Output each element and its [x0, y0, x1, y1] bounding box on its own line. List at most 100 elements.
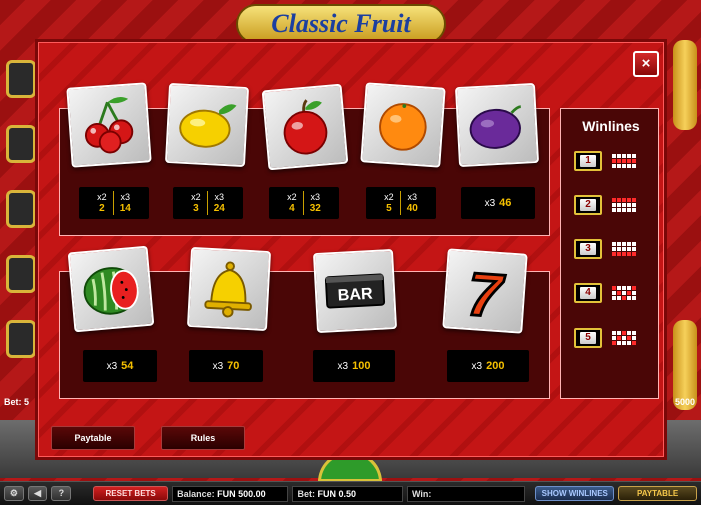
bg-coin-stack [673, 40, 697, 130]
winline-cell [627, 164, 631, 168]
seven-text: 7 [466, 260, 508, 330]
winline-cell [617, 164, 621, 168]
bet-field: Bet: FUN 0.50 [292, 485, 403, 502]
bg-line-button [6, 190, 36, 228]
bg-line-button [6, 255, 36, 293]
winline-cell [622, 208, 626, 212]
reset-bets-button[interactable]: RESET BETS [93, 486, 169, 501]
settings-icon[interactable]: ⚙ [4, 486, 24, 501]
winline-row: 3 [574, 239, 636, 259]
winline-cell-active [622, 252, 626, 256]
paytable-button[interactable]: Paytable [51, 426, 135, 450]
winline-cell [617, 242, 621, 246]
winline-number-badge: 4 [574, 283, 602, 303]
cherries-icon [66, 82, 152, 168]
winline-cell [617, 247, 621, 251]
winline-number-badge: 3 [574, 239, 602, 259]
balance-label: Balance: [177, 488, 215, 499]
payout-box: x3 100 [313, 350, 395, 382]
bg-line-button [6, 320, 36, 358]
bar-text: BAR [337, 285, 373, 305]
winline-cell [627, 286, 631, 290]
winline-cell-active [617, 198, 621, 202]
balance-field: Balance: FUN 500.00 [172, 485, 289, 502]
rules-button[interactable]: Rules [161, 426, 245, 450]
payout-value: 2 [99, 203, 105, 214]
winline-cell-active [612, 159, 616, 163]
payout-mult: x3 [120, 192, 130, 202]
winline-cell [622, 242, 626, 246]
payout-box: x2 2 x3 14 [79, 187, 149, 219]
payout-value: 46 [499, 197, 512, 209]
winline-cell [632, 208, 636, 212]
winline-cell [632, 291, 636, 295]
payout-value: 3 [193, 203, 199, 214]
winline-cell-active [632, 252, 636, 256]
winline-cell [617, 286, 621, 290]
bar-icon: BAR [312, 248, 398, 334]
payout-mult: x3 [214, 192, 224, 202]
winline-cell [622, 247, 626, 251]
winline-number: 3 [580, 243, 596, 255]
payout-mult: x2 [384, 192, 394, 202]
paytable-status-button[interactable]: PAYTABLE [618, 486, 698, 501]
winline-cell [622, 203, 626, 207]
winline-number: 2 [580, 199, 596, 211]
winline-cell [632, 296, 636, 300]
payout-mult: x3 [337, 360, 349, 372]
bg-value: 5000 [674, 397, 695, 407]
winline-pattern-icon [612, 198, 636, 212]
winline-cell [627, 331, 631, 335]
winline-cell [632, 336, 636, 340]
payout-box: x3 200 [447, 350, 529, 382]
winline-cell [612, 242, 616, 246]
winline-cell [622, 341, 626, 345]
winline-cell-active [612, 198, 616, 202]
winlines-title: Winlines [582, 118, 640, 134]
winline-cell [632, 203, 636, 207]
payout-mult: x3 [407, 192, 417, 202]
winline-cell [617, 208, 621, 212]
payout-mult: x3 [484, 197, 496, 209]
winline-cell [622, 336, 626, 340]
winline-cell [612, 154, 616, 158]
winline-cell [632, 164, 636, 168]
help-icon[interactable]: ? [51, 486, 72, 501]
bet-value: FUN 0.50 [317, 488, 357, 499]
paytable-modal: × x2 2 x3 14 x2 3 x3 24 x2 4 x3 32 x2 5 … [38, 42, 664, 457]
payout-mult: x2 [287, 192, 297, 202]
winline-cell [622, 164, 626, 168]
winline-row: 1 [574, 151, 636, 171]
winline-cell [617, 296, 621, 300]
sound-icon[interactable]: ◀ [27, 486, 48, 501]
winline-cell-active [617, 159, 621, 163]
win-label: Win: [411, 488, 432, 499]
winline-cell [612, 331, 616, 335]
winline-cell [612, 203, 616, 207]
winline-cell-active [622, 331, 626, 335]
winline-number: 5 [580, 332, 596, 344]
close-button[interactable]: × [633, 51, 659, 77]
win-field: Win: [406, 485, 526, 502]
payout-value: 70 [227, 360, 240, 372]
winline-cell [617, 203, 621, 207]
winline-cell [622, 291, 626, 295]
lemon-icon [164, 82, 250, 168]
winline-cell [617, 154, 621, 158]
payout-mult: x2 [191, 192, 201, 202]
payout-mult: x3 [212, 360, 224, 372]
winline-cell [627, 247, 631, 251]
payout-value: 40 [406, 203, 418, 214]
winline-cell-active [617, 336, 621, 340]
winline-cell [627, 296, 631, 300]
winline-number-badge: 2 [574, 195, 602, 215]
bet-label: Bet: [297, 488, 315, 499]
winline-pattern-icon [612, 331, 636, 345]
winline-cell-active [622, 159, 626, 163]
winline-cell [622, 154, 626, 158]
winline-pattern-icon [612, 154, 636, 168]
show-winlines-button[interactable]: SHOW WINLINES [535, 486, 615, 501]
payout-value: 32 [309, 203, 321, 214]
winline-cell-active [627, 291, 631, 295]
winline-cell [617, 341, 621, 345]
